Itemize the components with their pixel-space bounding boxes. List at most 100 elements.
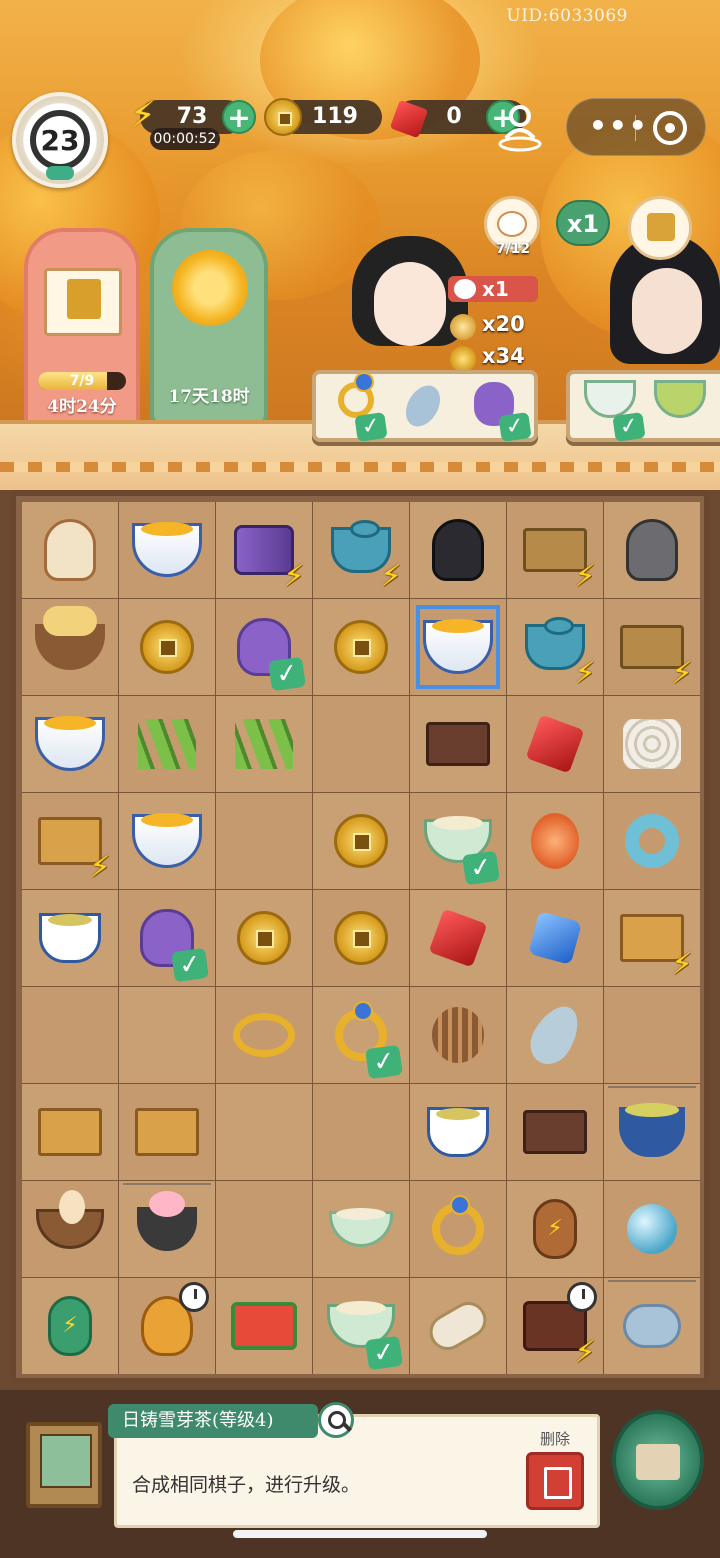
board-cell[interactable] — [604, 793, 700, 889]
board-cell[interactable] — [410, 696, 506, 792]
lightning-icon: ⚡ — [574, 1335, 596, 1370]
lantern-icon — [531, 813, 579, 869]
board-cell[interactable]: ⚡ — [507, 502, 603, 598]
board-cell[interactable] — [216, 696, 312, 792]
board-cell[interactable] — [119, 599, 215, 695]
order-cat-reward: x1 — [448, 276, 538, 302]
order-item-count: x20 — [482, 312, 525, 336]
board-cell[interactable] — [410, 1278, 506, 1374]
board-cell[interactable] — [313, 890, 409, 986]
tool-crate-icon — [38, 1108, 102, 1156]
check-icon: ✓ — [498, 412, 532, 442]
board-cell[interactable] — [216, 1181, 312, 1277]
energy-value: 73 — [176, 104, 208, 129]
pavilion-shop-button[interactable] — [612, 1410, 704, 1510]
board-cell[interactable] — [410, 599, 506, 695]
delete-button[interactable] — [526, 1452, 584, 1510]
more-options-icon[interactable]: ••• — [589, 109, 649, 142]
board-cell[interactable] — [22, 987, 118, 1083]
board-cell[interactable] — [313, 1084, 409, 1180]
check-icon: ✓ — [365, 1044, 403, 1080]
board-cell[interactable] — [604, 987, 700, 1083]
shop-pavilion-icon[interactable] — [628, 196, 692, 260]
order-cat-count: x1 — [482, 277, 509, 301]
board-cell[interactable] — [22, 502, 118, 598]
order-tray-man[interactable]: ✓ — [566, 370, 720, 442]
board-cell[interactable] — [119, 1278, 215, 1374]
board-cell[interactable]: ✓ — [216, 599, 312, 695]
board-cell[interactable] — [410, 987, 506, 1083]
board-cell[interactable] — [119, 502, 215, 598]
board-cell[interactable] — [119, 1084, 215, 1180]
search-icon[interactable] — [318, 1402, 354, 1438]
player-level-badge[interactable]: 23 — [12, 92, 108, 188]
silk-cocoon-icon — [623, 719, 681, 769]
board-cell[interactable] — [119, 987, 215, 1083]
board-cell[interactable]: ⚡ — [507, 1278, 603, 1374]
board-cell[interactable]: ⚡ — [507, 1181, 603, 1277]
board-cell[interactable] — [313, 1181, 409, 1277]
storage-cabinet-icon[interactable] — [26, 1422, 102, 1508]
chrysanthemum-bowl-icon — [132, 522, 202, 577]
board-cell[interactable]: ⚡ — [507, 599, 603, 695]
board-cell[interactable] — [22, 696, 118, 792]
board-cell[interactable] — [313, 696, 409, 792]
cat-collection-badge[interactable]: 7/12 — [484, 196, 540, 257]
item-name: 日铸雪芽茶(等级4) — [108, 1404, 318, 1438]
board-cell[interactable] — [216, 1084, 312, 1180]
board-cell[interactable] — [22, 890, 118, 986]
board-cell[interactable] — [507, 987, 603, 1083]
book-event-card[interactable]: 7/9 4时24分 — [24, 228, 140, 438]
add-energy-button[interactable]: + — [222, 100, 256, 134]
board-cell[interactable] — [410, 1084, 506, 1180]
board-cell[interactable]: ✓ — [410, 793, 506, 889]
board-cell[interactable] — [410, 502, 506, 598]
home-indicator[interactable] — [233, 1530, 487, 1538]
board-cell[interactable]: ⚡ — [22, 1278, 118, 1374]
board-cell[interactable] — [410, 1181, 506, 1277]
board-cell[interactable] — [507, 890, 603, 986]
board-cell[interactable] — [604, 1084, 700, 1180]
close-target-icon[interactable] — [653, 111, 687, 145]
multiplier-button[interactable]: x1 — [556, 200, 610, 246]
board-cell[interactable]: ✓ — [313, 987, 409, 1083]
board-cell[interactable] — [22, 1181, 118, 1277]
person-location-icon[interactable] — [496, 100, 544, 152]
order-tray-girl[interactable]: ✓ ✓ — [312, 370, 538, 442]
board-cell[interactable] — [119, 1181, 215, 1277]
board-cell[interactable]: ⚡ — [313, 502, 409, 598]
board-cell[interactable] — [604, 502, 700, 598]
board-cell[interactable] — [410, 890, 506, 986]
board-cell[interactable] — [604, 1278, 700, 1374]
menu-capsule: ••• — [566, 98, 706, 156]
tea-cup-icon — [427, 1107, 489, 1157]
order-item-reward: x20 — [450, 312, 536, 342]
bamboo-icon — [138, 719, 196, 769]
chick-nest-icon — [35, 606, 105, 670]
board-cell[interactable] — [604, 1181, 700, 1277]
board-cell[interactable] — [119, 793, 215, 889]
board-cell[interactable] — [216, 987, 312, 1083]
board-cell[interactable] — [604, 696, 700, 792]
board-cell[interactable]: ⚡ — [604, 599, 700, 695]
board-cell[interactable] — [216, 1278, 312, 1374]
board-cell[interactable] — [216, 793, 312, 889]
board-cell[interactable] — [216, 890, 312, 986]
board-cell[interactable]: ✓ — [119, 890, 215, 986]
board-cell[interactable] — [22, 599, 118, 695]
uid-label: UID:6033069 — [506, 6, 628, 26]
flower-event-card[interactable]: 17天18时 — [150, 228, 268, 428]
board-cell[interactable] — [313, 793, 409, 889]
board-cell[interactable]: ⚡ — [604, 890, 700, 986]
board-cell[interactable]: ⚡ — [216, 502, 312, 598]
board-cell[interactable] — [507, 793, 603, 889]
board-cell[interactable]: ✓ — [313, 1278, 409, 1374]
board-cell[interactable]: ⚡ — [22, 793, 118, 889]
board-cell[interactable] — [507, 696, 603, 792]
board-cell[interactable] — [313, 599, 409, 695]
board-cell[interactable] — [22, 1084, 118, 1180]
board-cell[interactable] — [119, 696, 215, 792]
jade-ring-icon — [625, 814, 679, 868]
lightning-icon: ⚡ — [89, 850, 111, 885]
board-cell[interactable] — [507, 1084, 603, 1180]
